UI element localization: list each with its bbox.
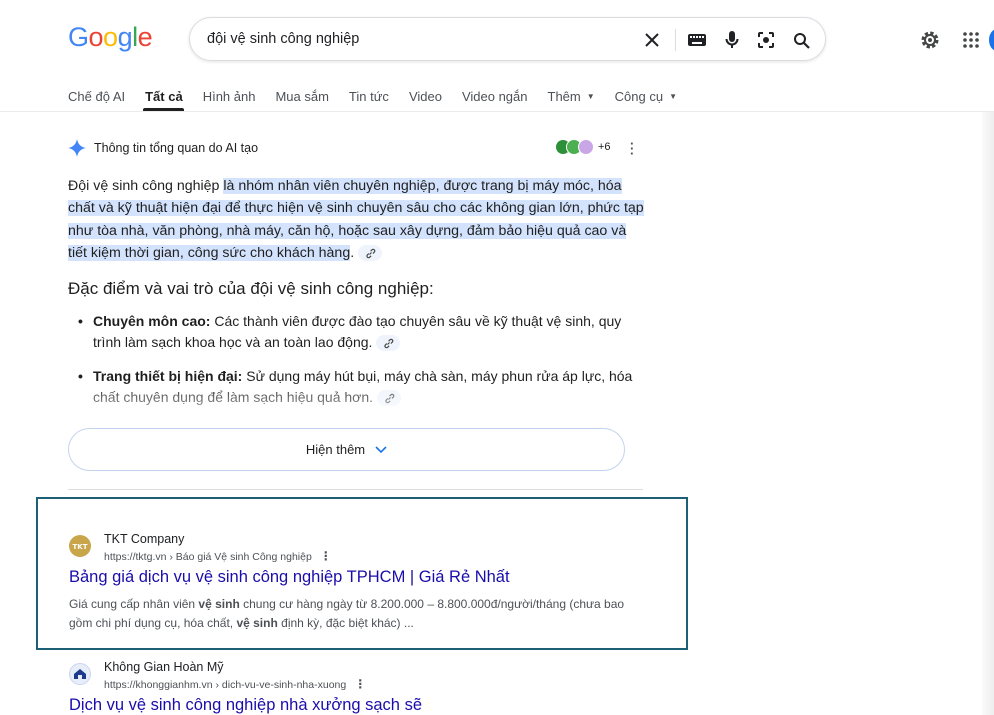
result-url[interactable]: https://tktg.vn › Báo giá Vệ sinh Công n… (104, 549, 332, 563)
ai-overview-title: Thông tin tổng quan do AI tạo (94, 141, 259, 155)
logo-letter: o (103, 22, 118, 52)
source-favicon-icon (578, 139, 594, 155)
logo-letter: g (117, 22, 133, 52)
section-divider (68, 489, 643, 490)
more-options-icon[interactable]: ⋮ (320, 549, 332, 563)
right-panel-edge (982, 112, 994, 715)
google-logo[interactable]: Google (68, 22, 153, 53)
search-tabs: Chế độ AI Tất cả Hình ảnh Mua sắm Tin tứ… (68, 86, 697, 106)
result-site-name[interactable]: TKT Company (104, 532, 184, 546)
search-input[interactable]: đội vệ sinh công nghiệp (207, 31, 359, 47)
keyboard-icon[interactable] (686, 29, 708, 51)
result-url-text: https://tktg.vn › Báo giá Vệ sinh Công n… (104, 551, 312, 563)
more-options-icon[interactable]: ⋮ (354, 677, 366, 691)
site-favicon-icon (69, 663, 91, 685)
logo-letter: e (137, 22, 153, 52)
settings-icon[interactable] (919, 29, 941, 51)
tab-ai-mode[interactable]: Chế độ AI (68, 86, 125, 106)
svg-text:TKT: TKT (73, 543, 88, 551)
result-title-link[interactable]: Dịch vụ vệ sinh công nghiệp nhà xưởng sạ… (69, 696, 422, 715)
snippet-keyword: vệ sinh (198, 597, 240, 611)
tab-shopping[interactable]: Mua sắm (275, 86, 328, 106)
header-divider (0, 111, 994, 112)
link-icon[interactable] (358, 245, 383, 262)
caret-down-icon: ▼ (586, 91, 595, 101)
tab-more-label: Thêm (547, 88, 581, 104)
tab-tools[interactable]: Công cụ ▼ (615, 86, 677, 106)
clear-icon[interactable] (641, 29, 663, 51)
logo-letter: o (88, 22, 104, 52)
result-title-link[interactable]: Bảng giá dịch vụ vệ sinh công nghiệp TPH… (69, 568, 510, 587)
ai-overview-text: Đội vệ sinh công nghiệp là nhóm nhân viê… (68, 175, 648, 265)
tab-all[interactable]: Tất cả (145, 86, 183, 106)
chevron-down-icon (375, 445, 387, 454)
ai-sparkle-icon (68, 139, 86, 157)
tab-news[interactable]: Tin tức (349, 86, 389, 106)
ai-subheading: Đặc điểm và vai trò của đội vệ sinh công… (68, 279, 434, 298)
list-item: Chuyên môn cao: Các thành viên được đào … (78, 311, 648, 353)
site-favicon-icon: TKT (69, 535, 91, 557)
caret-down-icon: ▼ (669, 91, 677, 101)
mic-icon[interactable] (721, 29, 743, 51)
ai-menu-icon[interactable]: · · · (630, 137, 634, 160)
ai-sources[interactable]: +6 (556, 139, 611, 155)
logo-letter: G (68, 22, 89, 52)
ai-intro-end: . (350, 245, 355, 262)
link-icon[interactable] (376, 335, 401, 352)
ai-intro-plain: Đội vệ sinh công nghiệp (68, 178, 224, 194)
bullet-title: Chuyên môn cao: (93, 313, 211, 329)
show-more-label: Hiện thêm (305, 442, 366, 457)
tab-videos[interactable]: Video (409, 86, 442, 106)
tab-short-videos[interactable]: Video ngắn (462, 86, 528, 106)
lens-icon[interactable] (755, 29, 777, 51)
result-site-name[interactable]: Không Gian Hoàn Mỹ (104, 660, 224, 674)
apps-icon[interactable] (960, 29, 982, 51)
result-snippet: Giá cung cấp nhân viên vệ sinh chung cư … (69, 595, 649, 632)
snippet-text: định kỳ, đặc biệt khác) ... (277, 615, 414, 630)
result-url-text: https://khonggianhm.vn › dich-vu-ve-sinh… (104, 679, 347, 691)
search-box[interactable]: đội vệ sinh công nghiệp (189, 17, 826, 61)
result-url[interactable]: https://khonggianhm.vn › dich-vu-ve-sinh… (104, 677, 366, 691)
search-icon[interactable] (790, 29, 812, 51)
tab-tools-label: Công cụ (614, 88, 664, 104)
show-more-button[interactable]: Hiện thêm (68, 428, 625, 471)
avatar[interactable] (989, 29, 994, 51)
snippet-keyword: vệ sinh (236, 615, 278, 630)
sources-count: +6 (598, 141, 611, 153)
snippet-text: Giá cung cấp nhân viên (69, 597, 199, 611)
ai-overview-header: Thông tin tổng quan do AI tạo (68, 139, 258, 157)
tab-images[interactable]: Hình ảnh (203, 86, 256, 106)
tab-more[interactable]: Thêm ▼ (548, 86, 595, 106)
content-fade (60, 380, 660, 430)
search-divider (675, 29, 676, 51)
